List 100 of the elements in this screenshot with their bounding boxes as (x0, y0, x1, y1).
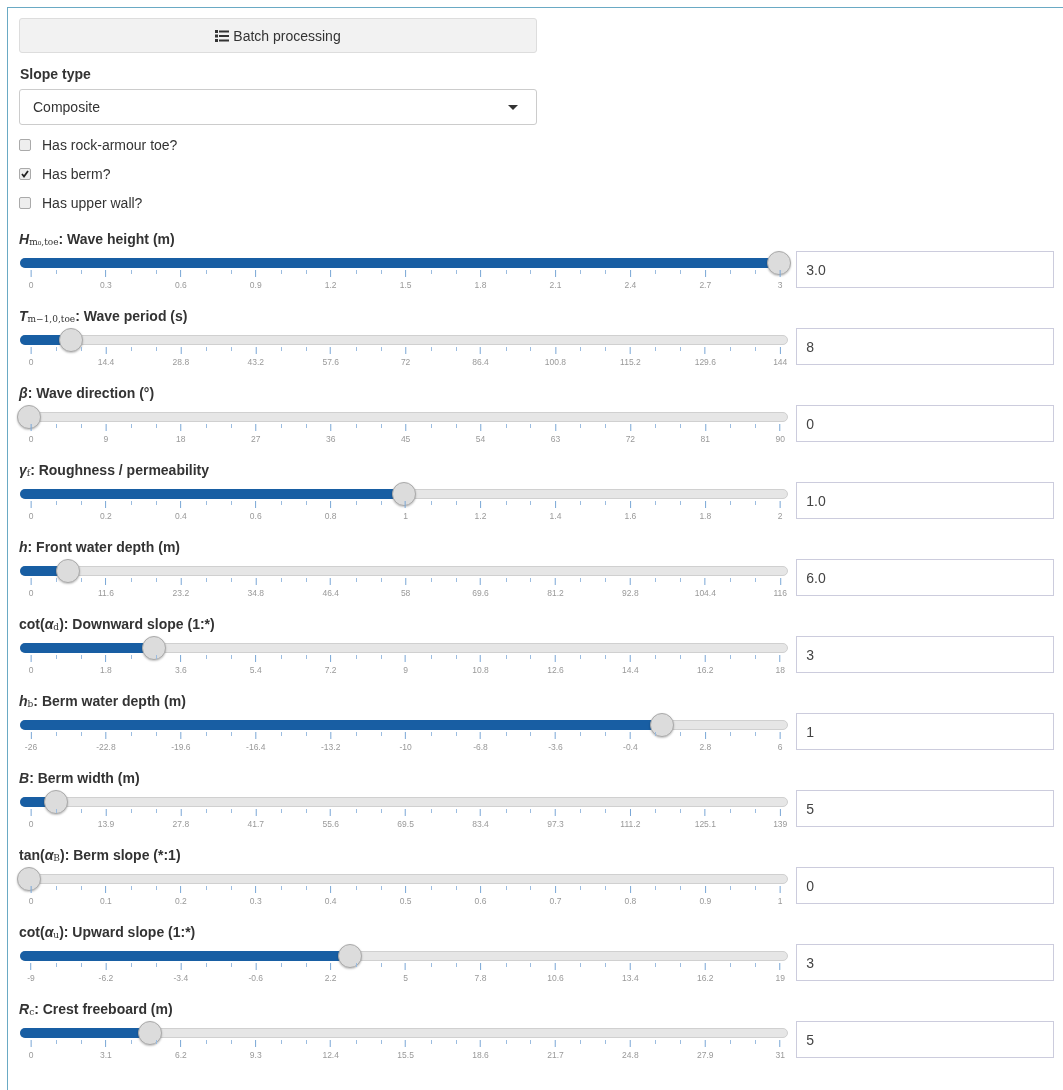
tick-label: 69.6 (472, 588, 489, 598)
tick-label: 36 (325, 434, 336, 444)
tick-label: 2.2 (324, 973, 337, 983)
slider-label: γ$_{f}$: Roughness / permeability (19, 461, 211, 478)
value-input[interactable]: 8 (796, 328, 1054, 365)
tick-label: 27.8 (172, 819, 190, 829)
tick-label: 5 (403, 973, 408, 983)
tick-label: 34.8 (247, 588, 265, 598)
tick-label: 0 (28, 511, 34, 521)
tick-label: 55.6 (322, 819, 339, 829)
tick-label: 0.1 (100, 896, 112, 906)
value-input[interactable]: 0 (796, 867, 1054, 904)
tick-label: 0.5 (399, 896, 412, 906)
tick-label: 18 (775, 665, 785, 675)
tick-label: 2 (777, 511, 783, 521)
tick-label: 24.8 (622, 1050, 639, 1060)
tick-label: 0 (28, 1050, 34, 1060)
slider-label: cot(α$_{u}$): Upward slope (1:*) (19, 923, 197, 940)
value-input[interactable]: 3.0 (796, 251, 1054, 288)
tick-label: 1 (403, 511, 408, 521)
value-input[interactable]: 3 (796, 636, 1054, 673)
value-input[interactable]: 0 (796, 405, 1054, 442)
value-input[interactable]: 5 (796, 1021, 1054, 1058)
tick-label: 57.6 (322, 357, 339, 367)
tick-label: 14.4 (97, 357, 115, 367)
tick-label: 69.5 (397, 819, 414, 829)
tick-label: 43.2 (247, 357, 265, 367)
tick-label: 144 (773, 357, 788, 367)
tick-label: 0.9 (699, 896, 712, 906)
tick-label: 1.2 (324, 280, 337, 290)
tick-label: -19.6 (171, 742, 191, 752)
tick-label: 86.4 (472, 357, 489, 367)
tick-label: 63 (550, 434, 561, 444)
tick-label: 9 (103, 434, 109, 444)
tick-label: 0 (28, 896, 34, 906)
tick-label: 6 (777, 742, 783, 752)
tick-label: 14.4 (622, 665, 639, 675)
tick-label: 28.8 (172, 357, 190, 367)
slider-label: h: Front water depth (m) (19, 538, 181, 555)
tick-label: 58 (400, 588, 411, 598)
tick-label: 27 (251, 434, 261, 444)
checkbox-label[interactable]: Has upper wall? (42, 195, 143, 211)
tick-label: -13.2 (321, 742, 341, 752)
tick-label: 0.3 (100, 280, 112, 290)
tick-label: 1.5 (399, 280, 412, 290)
tick-label: 27.9 (697, 1050, 714, 1060)
tick-label: 2.8 (699, 742, 712, 752)
tick-label: 0 (28, 357, 34, 367)
tick-label: -3.4 (173, 973, 189, 983)
tick-label: -10 (399, 742, 412, 752)
value-input[interactable]: 3 (796, 944, 1054, 981)
tick-label: 1 (777, 896, 783, 906)
tick-label: 2.1 (549, 280, 562, 290)
tick-label: 116 (773, 588, 787, 598)
tick-label: 18 (176, 434, 186, 444)
tick-label: 1.6 (624, 511, 637, 521)
tick-label: 1.8 (100, 665, 112, 675)
tick-label: 1.2 (474, 511, 487, 521)
tick-label: 115.2 (620, 357, 641, 367)
tick-label: 72 (625, 434, 636, 444)
tick-label: 83.4 (472, 819, 489, 829)
slider-label: H$_{m₀,toe}$: Wave height (m) (19, 230, 176, 247)
tick-label: 2.4 (624, 280, 637, 290)
checkbox-label[interactable]: Has berm? (42, 166, 111, 182)
tick-label: 41.7 (247, 819, 265, 829)
tick-label: 5.4 (249, 665, 262, 675)
tick-label: 0 (28, 665, 34, 675)
tick-label: 15.5 (397, 1050, 414, 1060)
tick-label: 0.6 (174, 280, 187, 290)
tick-label: 0.4 (174, 511, 187, 521)
tick-label: 3 (777, 280, 783, 290)
batch-processing-button[interactable]: Batch processing (19, 18, 537, 53)
tick-label: 92.8 (622, 588, 639, 598)
tick-label: 18.6 (472, 1050, 489, 1060)
tick-label: 0.7 (549, 896, 562, 906)
slider-label: tan(α$_{B}$): Berm slope (*:1) (19, 846, 182, 863)
value-input[interactable]: 1.0 (796, 482, 1054, 519)
tick-label: 10.6 (547, 973, 564, 983)
tick-label: 0 (28, 588, 34, 598)
tick-label: 13.9 (97, 819, 115, 829)
tick-label: 125.1 (694, 819, 716, 829)
tick-label: 2.7 (699, 280, 712, 290)
tick-label: 111.2 (620, 819, 641, 829)
slope-type-dropdown[interactable]: Composite (19, 89, 537, 125)
tick-label: 0.9 (249, 280, 262, 290)
tick-label: -6.8 (473, 742, 488, 752)
value-input[interactable]: 6.0 (796, 559, 1054, 596)
tick-label: 0 (28, 280, 34, 290)
tick-label: 11.6 (97, 588, 114, 598)
value-input[interactable]: 1 (796, 713, 1054, 750)
tick-label: 16.2 (697, 665, 714, 675)
slider-label: h$_{b}$: Berm water depth (m) (19, 692, 187, 709)
tick-label: 46.4 (322, 588, 339, 598)
tick-label: 81 (700, 434, 711, 444)
value-input[interactable]: 5 (796, 790, 1054, 827)
slider-label: β: Wave direction (°) (19, 384, 156, 401)
tick-label: 0 (28, 819, 34, 829)
tick-label: 1.4 (549, 511, 562, 521)
tick-label: 0 (28, 434, 34, 444)
checkbox-label[interactable]: Has rock-armour toe? (42, 137, 178, 153)
